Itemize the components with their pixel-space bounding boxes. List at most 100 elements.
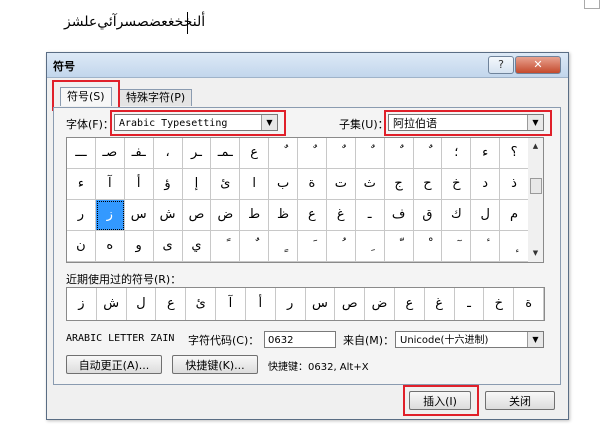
- symbol-cell[interactable]: ع: [240, 138, 270, 169]
- symbol-cell[interactable]: ز: [95, 200, 125, 231]
- symbol-cell[interactable]: ؤ: [153, 169, 183, 200]
- symbol-cell[interactable]: ذ: [500, 169, 529, 200]
- symbol-cell[interactable]: غ: [326, 200, 356, 231]
- symbol-cell[interactable]: ئ: [211, 169, 241, 200]
- insert-button[interactable]: 插入(I): [409, 391, 471, 410]
- char-code-input[interactable]: 0632: [264, 331, 336, 348]
- symbol-cell[interactable]: ٍ: [269, 231, 298, 262]
- symbol-cell[interactable]: ر: [67, 200, 96, 231]
- symbol-cell[interactable]: ط: [240, 200, 270, 231]
- symbol-cell[interactable]: ي: [182, 231, 212, 262]
- symbol-cell[interactable]: و: [124, 231, 154, 262]
- scroll-thumb[interactable]: [530, 178, 542, 194]
- recent-symbol-cell[interactable]: ع: [156, 288, 187, 320]
- symbol-cell[interactable]: ٌ: [326, 138, 356, 169]
- symbol-cell[interactable]: ٕ: [500, 231, 529, 262]
- recent-symbol-cell[interactable]: ر: [276, 288, 306, 320]
- symbol-cell[interactable]: ّ: [384, 231, 414, 262]
- symbol-cell[interactable]: ب: [269, 169, 298, 200]
- symbol-cell[interactable]: ح: [413, 169, 443, 200]
- from-label: 来自(M)：: [343, 334, 395, 347]
- font-label: 字体(F)：: [66, 118, 114, 131]
- recent-symbol-cell[interactable]: س: [306, 288, 336, 320]
- symbol-cell[interactable]: ٌ: [355, 138, 385, 169]
- symbol-cell[interactable]: ـفـ: [124, 138, 154, 169]
- symbol-cell[interactable]: ـمـ: [211, 138, 241, 169]
- symbol-cell[interactable]: ـ: [355, 200, 385, 231]
- symbol-cell[interactable]: ٌ: [384, 138, 414, 169]
- window-corner: [584, 0, 600, 9]
- symbol-cell[interactable]: ل: [471, 200, 501, 231]
- symbol-cell[interactable]: ٌ: [413, 138, 443, 169]
- recent-symbol-cell[interactable]: ص: [335, 288, 366, 320]
- symbol-cell[interactable]: ُ: [326, 231, 356, 262]
- symbol-cell[interactable]: ـر: [182, 138, 212, 169]
- subset-select[interactable]: 阿拉伯语 ▼: [388, 114, 544, 131]
- symbol-cell[interactable]: ٌ: [240, 231, 270, 262]
- close-window-button[interactable]: ✕: [515, 56, 561, 74]
- symbol-cell[interactable]: ؛: [442, 138, 472, 169]
- dialog-titlebar: 符号 ? ✕: [47, 53, 568, 78]
- scroll-up-icon[interactable]: ▲: [528, 139, 543, 154]
- symbol-cell[interactable]: ْ: [413, 231, 443, 262]
- recent-symbol-cell[interactable]: ة: [514, 288, 544, 320]
- symbol-cell[interactable]: صـ: [95, 138, 125, 169]
- recent-symbol-cell[interactable]: ض: [365, 288, 395, 320]
- recent-symbol-cell[interactable]: آ: [216, 288, 246, 320]
- symbol-cell[interactable]: ص: [182, 200, 212, 231]
- symbol-cell[interactable]: أ: [124, 169, 154, 200]
- font-select[interactable]: Arabic Typesetting ▼: [114, 114, 278, 131]
- symbol-cell[interactable]: ٓ: [442, 231, 472, 262]
- symbol-cell[interactable]: ه: [95, 231, 125, 262]
- close-button[interactable]: 关闭: [485, 391, 555, 410]
- scroll-down-icon[interactable]: ▼: [528, 246, 543, 261]
- symbol-cell[interactable]: ٌ: [298, 138, 327, 169]
- symbol-cell[interactable]: ة: [298, 169, 327, 200]
- symbol-cell[interactable]: د: [471, 169, 501, 200]
- symbol-cell[interactable]: ـــ: [67, 138, 96, 169]
- symbol-cell[interactable]: َ: [298, 231, 327, 262]
- symbol-cell[interactable]: ى: [153, 231, 183, 262]
- help-button[interactable]: ?: [488, 56, 514, 74]
- symbol-cell[interactable]: ؟: [500, 138, 529, 169]
- recent-symbol-cell[interactable]: أ: [246, 288, 276, 320]
- recent-symbol-cell[interactable]: ش: [97, 288, 127, 320]
- symbol-cell[interactable]: ٔ: [471, 231, 501, 262]
- recent-symbol-cell[interactable]: ع: [395, 288, 425, 320]
- recent-symbol-cell[interactable]: ئ: [186, 288, 217, 320]
- symbol-cell[interactable]: ف: [384, 200, 414, 231]
- symbol-cell[interactable]: ء: [471, 138, 501, 169]
- autocorrect-button[interactable]: 自动更正(A)...: [66, 355, 162, 374]
- recent-symbol-cell[interactable]: ـ: [455, 288, 485, 320]
- symbol-cell[interactable]: س: [124, 200, 154, 231]
- symbol-cell[interactable]: ك: [442, 200, 472, 231]
- symbol-cell[interactable]: ا: [240, 169, 270, 200]
- recent-symbol-cell[interactable]: خ: [484, 288, 515, 320]
- symbol-cell[interactable]: ش: [153, 200, 183, 231]
- symbol-cell[interactable]: آ: [95, 169, 125, 200]
- symbol-cell[interactable]: ع: [298, 200, 327, 231]
- symbol-cell[interactable]: ً: [211, 231, 241, 262]
- symbol-cell[interactable]: ٌ: [269, 138, 298, 169]
- symbol-cell[interactable]: خ: [442, 169, 472, 200]
- symbol-cell[interactable]: إ: [182, 169, 212, 200]
- symbol-cell[interactable]: ض: [211, 200, 241, 231]
- symbol-cell[interactable]: ظ: [269, 200, 298, 231]
- recent-symbol-cell[interactable]: ل: [127, 288, 157, 320]
- symbol-cell[interactable]: ِ: [355, 231, 385, 262]
- tab-special-characters[interactable]: 特殊字符(P): [119, 89, 193, 106]
- symbol-cell[interactable]: ء: [67, 169, 96, 200]
- recent-symbol-cell[interactable]: غ: [425, 288, 455, 320]
- symbol-cell[interactable]: ،: [153, 138, 183, 169]
- shortcut-key-button[interactable]: 快捷键(K)...: [172, 355, 258, 374]
- symbol-cell[interactable]: ج: [384, 169, 414, 200]
- symbol-grid-scrollbar[interactable]: ▲ ▼: [528, 137, 544, 263]
- symbol-cell[interactable]: ق: [413, 200, 443, 231]
- symbol-cell[interactable]: م: [500, 200, 529, 231]
- symbol-cell[interactable]: ن: [67, 231, 96, 262]
- tab-symbols[interactable]: 符号(S): [60, 87, 112, 106]
- from-select[interactable]: Unicode(十六进制) ▼: [395, 331, 544, 348]
- symbol-cell[interactable]: ت: [326, 169, 356, 200]
- recent-symbol-cell[interactable]: ز: [67, 288, 97, 320]
- symbol-cell[interactable]: ث: [355, 169, 385, 200]
